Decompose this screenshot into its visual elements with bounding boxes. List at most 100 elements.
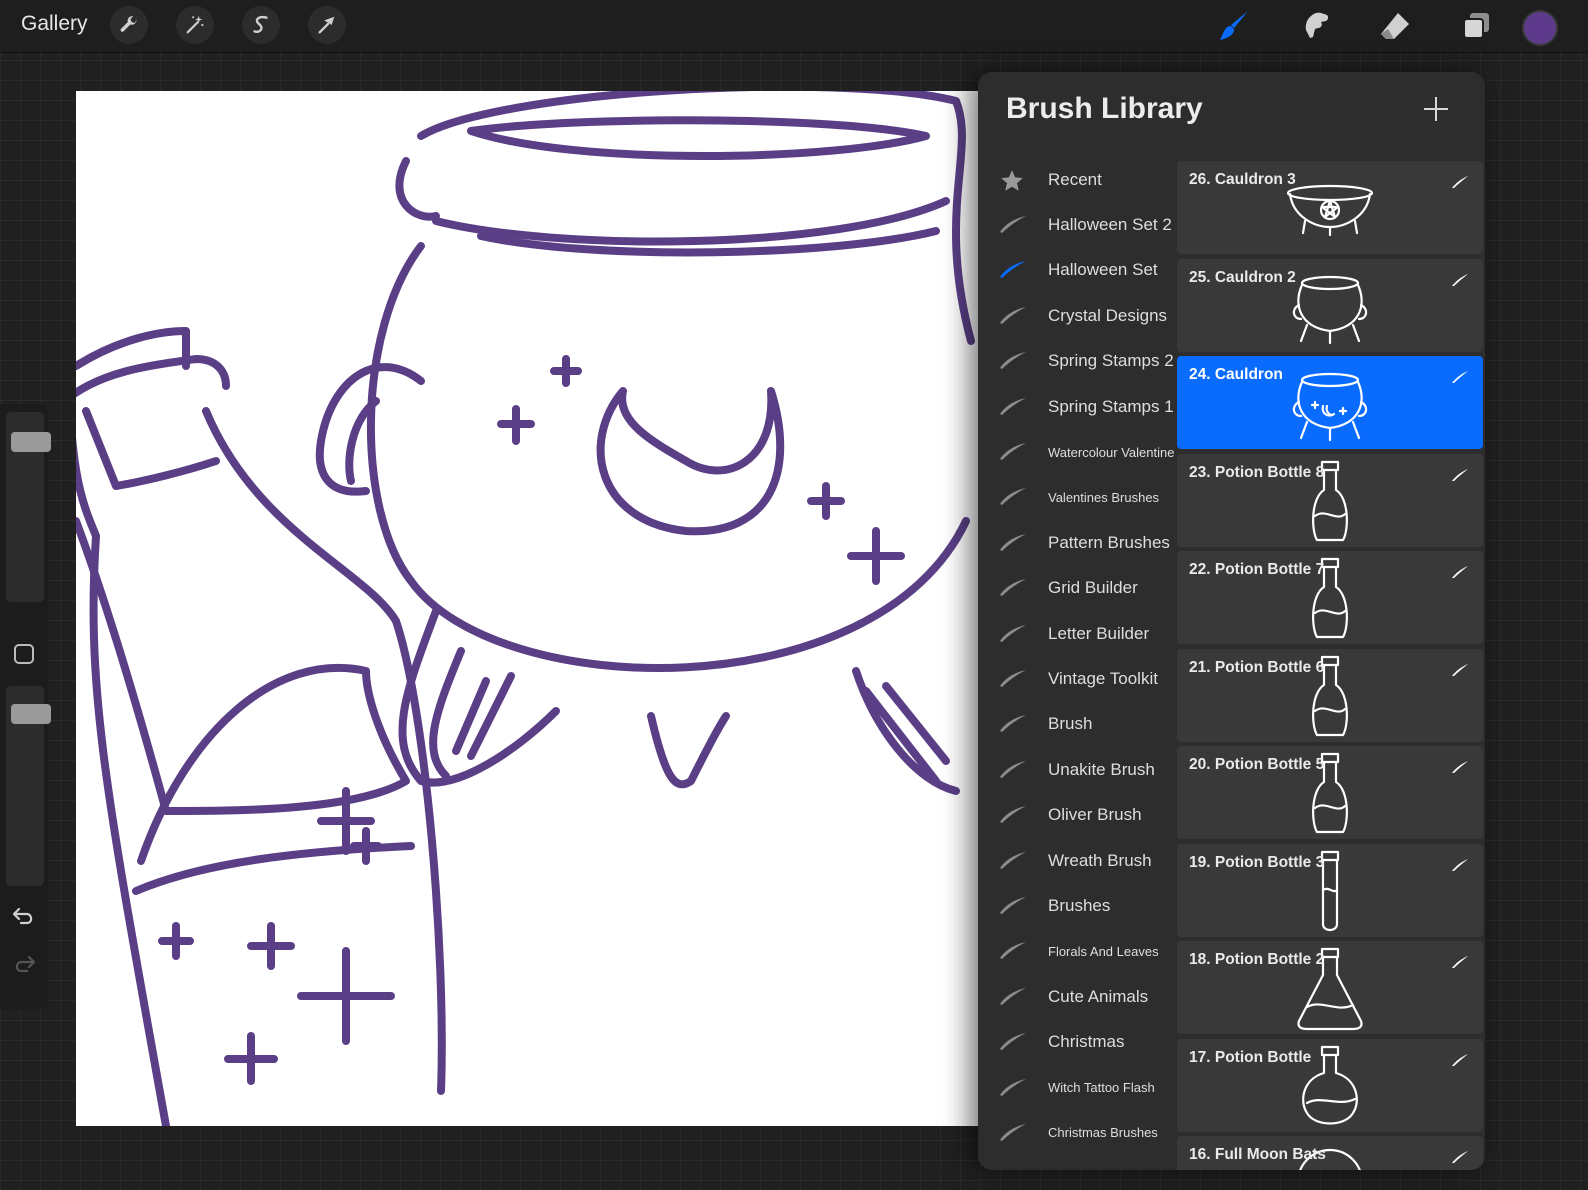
brush-icon[interactable] [1216,8,1252,44]
brush-set-label: Spring Stamps 2 [1048,351,1174,371]
brush-stroke-icon [998,1121,1028,1145]
brush-card[interactable]: 18. Potion Bottle 2 [1177,941,1483,1034]
brush-stroke-icon [998,349,1028,373]
brush-set-item[interactable]: Letter Builder [978,611,1175,656]
redo-icon[interactable] [12,954,36,979]
brush-set-item[interactable]: Spring Stamps 2 [978,339,1175,384]
magic-wand-icon[interactable] [176,6,214,44]
brush-name: 17. Potion Bottle [1189,1048,1312,1066]
brush-set-label: Watercolour Valentines [1048,444,1175,460]
brush-stroke-icon [1451,175,1469,189]
brush-stroke-icon [998,803,1028,827]
brush-set-label: Recent [1048,169,1102,189]
eraser-icon[interactable] [1377,8,1413,44]
brush-sets-list: Recent Halloween Set 2 Halloween Set Crysta… [978,157,1175,1170]
brush-set-label: Brushes [1048,895,1111,915]
brush-card[interactable]: 22. Potion Bottle 7 [1177,551,1483,644]
brush-size-slider[interactable] [6,412,51,602]
brush-set-item[interactable]: Grid Builder [978,566,1175,611]
star-icon [998,168,1028,192]
brush-set-item[interactable]: Unakite Brush [978,747,1175,792]
brush-set-item[interactable]: Wreath Brush [978,838,1175,883]
brush-stroke-icon [998,894,1028,918]
brush-name: 25. Cauldron 2 [1189,268,1296,286]
brush-set-label: Unakite Brush [1048,759,1155,779]
brush-set-label: Cute Animals [1048,986,1149,1006]
selection-s-icon[interactable] [242,6,280,44]
brush-set-item[interactable]: Crystal Designs [978,293,1175,338]
brush-stroke-icon [998,1030,1028,1054]
brush-set-item[interactable]: Christmas Brushes [978,1110,1175,1155]
brush-stroke-icon [1451,1150,1469,1164]
brush-stroke-icon [1451,858,1469,872]
brush-stroke-icon [998,667,1028,691]
top-toolbar: Gallery [0,0,1588,53]
brush-name: 22. Potion Bottle 7 [1189,561,1325,578]
brush-stroke-icon [998,985,1028,1009]
brush-card[interactable]: 21. Potion Bottle 6 [1177,648,1483,742]
brush-set-item[interactable]: Halloween Set [978,248,1175,293]
brush-card-selected[interactable]: 24. Cauldron [1177,356,1483,449]
brush-stroke-icon [998,849,1028,873]
brush-set-item[interactable]: Recent [978,157,1175,202]
brush-stroke-icon [998,395,1028,419]
modify-button[interactable] [14,644,34,664]
brush-set-label: Halloween Set [1048,260,1158,280]
brush-set-item[interactable]: Cute Animals [978,974,1175,1019]
brush-set-item[interactable]: Brush [978,702,1175,747]
smudge-icon[interactable] [1297,8,1333,44]
brush-set-item[interactable]: Halloween Set 2 [978,202,1175,247]
brush-stroke-icon [998,531,1028,555]
brush-set-item[interactable]: Florals And Leaves [978,929,1175,974]
brush-set-label: Brush [1048,714,1093,734]
gallery-button[interactable]: Gallery [21,12,88,36]
brush-card[interactable]: 17. Potion Bottle [1177,1038,1483,1132]
color-swatch[interactable] [1522,10,1558,46]
brush-set-item[interactable]: Brushes [978,883,1175,928]
brush-set-item[interactable]: Vintage Toolkit [978,656,1175,701]
transform-arrow-icon[interactable] [308,6,346,44]
add-brush-set-icon[interactable] [1421,94,1451,124]
brush-opacity-thumb[interactable] [11,704,51,724]
brush-stroke-icon [1451,273,1469,287]
brush-card[interactable]: 26. Cauldron 3 [1177,161,1483,254]
brush-set-item[interactable]: Pattern Brushes [978,520,1175,565]
brush-library-panel: Brush Library Recent Halloween Set 2 Hallo… [978,72,1485,1170]
brush-set-label: Halloween Set 2 [1048,215,1172,235]
brush-set-label: Crystal Designs [1048,305,1168,325]
brush-name: 23. Potion Bottle 8 [1189,463,1325,481]
brush-set-label: Pattern Brushes [1048,532,1170,552]
brush-set-item[interactable]: Spring Stamps 1 [978,384,1175,429]
brush-card[interactable]: 16. Full Moon Bats [1177,1136,1483,1170]
brush-card[interactable]: 20. Potion Bottle 5 [1177,746,1483,839]
brush-set-item[interactable]: Witch Tattoo Flash [978,1065,1175,1110]
brush-name: 20. Potion Bottle 5 [1189,756,1325,773]
brush-set-item[interactable]: Watercolour Valentines [978,429,1175,474]
panel-title: Brush Library [1006,92,1203,125]
brush-stroke-icon [998,213,1028,237]
wrench-icon[interactable] [110,6,148,44]
brush-card[interactable]: 25. Cauldron 2 [1177,258,1483,352]
brush-name: 16. Full Moon Bats [1189,1146,1326,1163]
layers-icon[interactable] [1458,8,1494,44]
brush-stroke-icon [998,712,1028,736]
brush-set-label: Grid Builder [1048,578,1138,598]
cauldron-stamp-icon [1285,265,1375,349]
undo-icon[interactable] [12,906,36,931]
brush-set-item[interactable]: Christmas [978,1019,1175,1064]
brush-stroke-icon [1451,1053,1469,1067]
brush-set-item[interactable]: Valentines Brushes [978,475,1175,520]
brush-stroke-icon [998,304,1028,328]
brush-card[interactable]: 23. Potion Bottle 8 [1177,453,1483,547]
brush-set-label: Witch Tattoo Flash [1048,1080,1155,1095]
drawing-canvas[interactable] [76,91,980,1126]
brush-stroke-icon [1451,370,1469,384]
brush-card[interactable]: 19. Potion Bottle 3 [1177,843,1483,937]
brush-set-label: Letter Builder [1048,623,1150,643]
brush-set-label: Wreath Brush [1048,850,1152,870]
brush-set-label: Christmas [1048,1032,1125,1052]
brush-size-thumb[interactable] [11,432,51,452]
brush-opacity-slider[interactable] [6,686,51,886]
left-sidebar [0,404,51,1009]
brush-set-item[interactable]: Oliver Brush [978,792,1175,837]
